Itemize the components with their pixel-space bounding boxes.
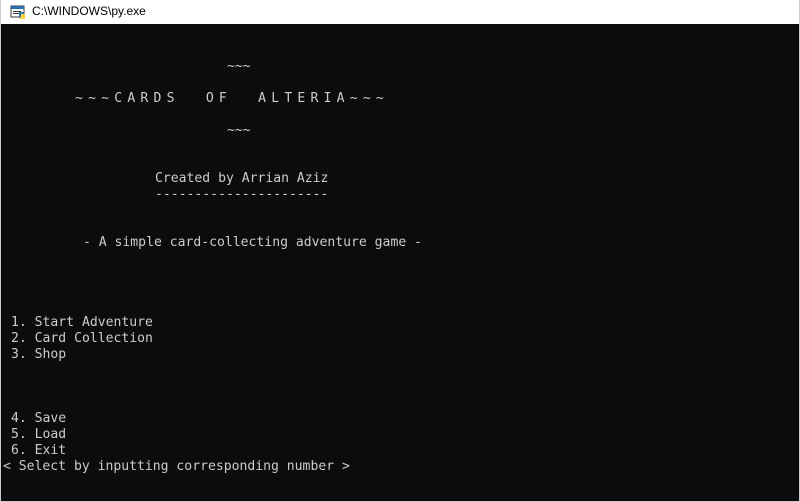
python-console-icon [10, 5, 25, 19]
menu-item-shop: 3. Shop [11, 347, 67, 362]
banner-top-tilde: ~~~ [227, 59, 251, 74]
menu-item-load: 5. Load [11, 427, 67, 442]
console-window: C:\WINDOWS\py.exe ~~~ ~~~CARDS OF ALTERI… [0, 0, 800, 502]
menu-item-start-adventure: 1. Start Adventure [11, 315, 153, 330]
input-prompt: < Select by inputting corresponding numb… [3, 459, 350, 474]
window-title: C:\WINDOWS\py.exe [32, 4, 146, 18]
credit-text: Created by Arrian Aziz [155, 171, 329, 186]
banner-bottom-tilde: ~~~ [227, 123, 251, 138]
title-bar[interactable]: C:\WINDOWS\py.exe [1, 0, 799, 24]
banner-title: ~~~CARDS OF ALTERIA~~~ [75, 91, 389, 106]
console-output[interactable]: ~~~ ~~~CARDS OF ALTERIA~~~ ~~~ Created b… [1, 24, 799, 501]
tagline: - A simple card-collecting adventure gam… [83, 235, 422, 250]
menu-item-exit: 6. Exit [11, 443, 67, 458]
credit-underline: ---------------------- [155, 187, 329, 202]
menu-item-card-collection: 2. Card Collection [11, 331, 153, 346]
menu-item-save: 4. Save [11, 411, 67, 426]
